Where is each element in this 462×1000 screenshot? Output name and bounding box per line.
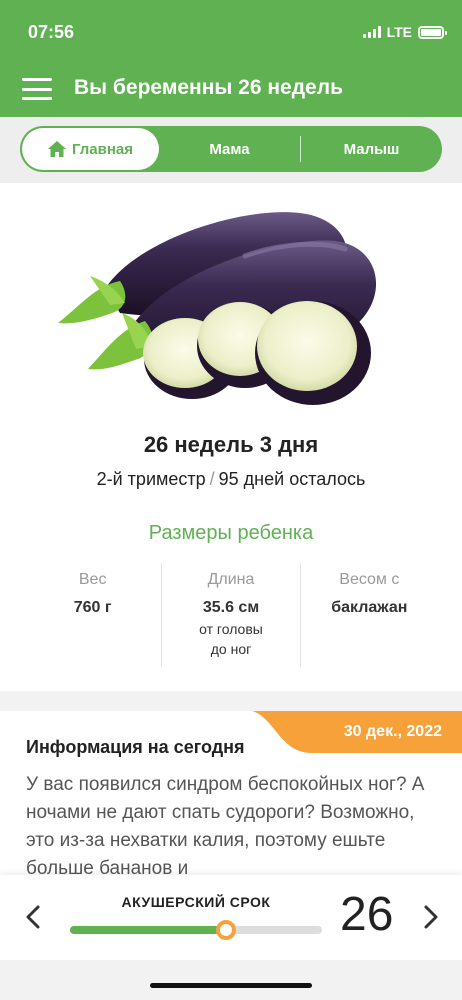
status-time: 07:56 <box>28 22 75 42</box>
signal-icon <box>362 26 381 38</box>
term-bar: АКУШЕРСКИЙ СРОК 26 <box>0 875 462 960</box>
eggplant-image <box>58 212 377 405</box>
trimester-label: 2-й триместр <box>96 469 206 489</box>
pregnancy-summary-card: 26 недель 3 дня 2-й триместр/95 дней ост… <box>0 183 462 691</box>
length-stat: Длина 35.6 см от головы до ног <box>161 563 299 667</box>
tab-baby-label: Малыш <box>343 140 400 158</box>
term-progress-fill <box>70 926 227 934</box>
length-value: 35.6 см <box>202 599 260 616</box>
tab-home[interactable]: Главная <box>22 128 159 170</box>
menu-icon[interactable] <box>22 78 52 100</box>
comparison-value: баклажан <box>331 599 408 616</box>
weight-stat: Вес 760 г <box>24 563 161 667</box>
length-note-line2: до ног <box>210 641 252 657</box>
battery-icon <box>418 25 447 39</box>
length-note-line1: от головы <box>199 621 263 637</box>
weight-label: Вес <box>78 571 107 588</box>
days-left: 95 дней осталось <box>218 469 366 489</box>
tab-home-label: Главная <box>71 140 133 158</box>
home-indicator[interactable] <box>150 983 312 988</box>
tab-baby[interactable]: Малыш <box>300 136 442 162</box>
term-progress-thumb[interactable] <box>216 920 237 940</box>
chevron-left-icon[interactable] <box>22 903 46 931</box>
comparison-stat: Весом с баклажан <box>299 563 438 667</box>
tab-mom[interactable]: Мама <box>159 126 300 172</box>
comparison-label: Весом с <box>339 571 400 588</box>
info-body: У вас появился синдром беспокойных ног? … <box>26 774 425 879</box>
page-title: Вы беременны 26 недель <box>74 76 343 99</box>
info-date: 30 дек., 2022 <box>343 723 442 740</box>
term-progress-track[interactable] <box>70 920 322 940</box>
weight-value: 760 г <box>73 599 112 616</box>
info-title: Информация на сегодня <box>26 737 245 757</box>
chevron-right-icon[interactable] <box>418 903 442 931</box>
app-header: 07:56 LTE Вы беременны 26 недель <box>0 0 462 117</box>
daily-info-card[interactable]: 30 дек., 2022 Информация на сегодня У ва… <box>0 711 462 881</box>
term-label: АКУШЕРСКИЙ СРОК <box>121 894 271 910</box>
pregnancy-duration: 26 недель 3 дня <box>143 432 319 457</box>
trimester-separator: / <box>209 469 215 489</box>
baby-size-title: Размеры ребенка <box>148 522 314 544</box>
home-indicator-area <box>0 960 462 1000</box>
tab-group: Главная Мама Малыш <box>20 126 442 172</box>
current-week: 26 <box>340 888 394 941</box>
baby-size-stats: Вес 760 г Длина 35.6 см от головы до ног… <box>24 563 438 667</box>
trimester-info: 2-й триместр/95 дней осталось <box>0 469 462 490</box>
tabs-bar: Главная Мама Малыш <box>0 117 462 183</box>
network-type: LTE <box>386 24 412 40</box>
length-label: Длина <box>207 571 255 588</box>
tab-mom-label: Мама <box>209 140 250 158</box>
status-indicators: LTE <box>362 24 447 40</box>
home-icon <box>47 141 66 157</box>
